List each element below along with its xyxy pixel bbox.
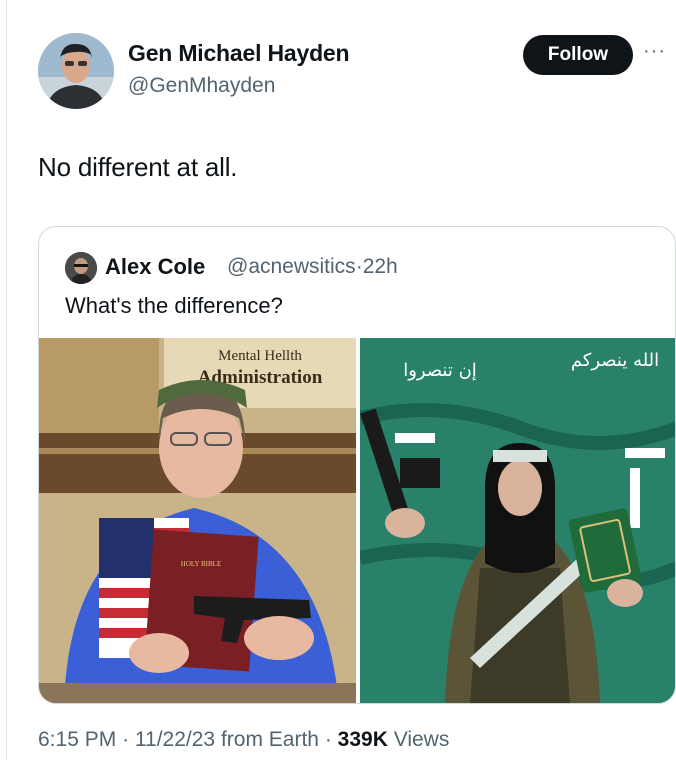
views-count[interactable]: 339K	[338, 728, 388, 751]
bible-label: HOLY BIBLE	[181, 560, 221, 568]
sign-text-line1: Mental Hellth	[218, 348, 302, 364]
footer-separator: ·	[122, 728, 130, 751]
quoted-author-name[interactable]: Alex Cole	[105, 254, 205, 280]
tweet-text: No different at all.	[38, 152, 238, 182]
quoted-author-avatar[interactable]	[65, 252, 97, 284]
quoted-text: What's the difference?	[65, 293, 283, 318]
tweet-card: Gen Michael Hayden @GenMhayden Follow ··…	[6, 0, 676, 760]
author-name[interactable]: Gen Michael Hayden	[128, 40, 350, 67]
quoted-meta: @acnewsitics·22h	[227, 255, 398, 279]
banner-text-left: إن تنصروا	[403, 360, 477, 381]
quoted-age[interactable]: 22h	[363, 255, 398, 278]
views-label: Views	[393, 728, 450, 751]
tweet-date[interactable]: 11/22/23	[135, 728, 215, 751]
media-photo-right[interactable]: إن تنصروا الله ينصركم	[360, 338, 675, 703]
quoted-media[interactable]: Mental Hellth Administration HOLY BIBLE …	[39, 338, 675, 703]
tweet-source: from Earth	[220, 728, 319, 751]
author-handle[interactable]: @GenMhayden	[128, 74, 275, 98]
follow-button[interactable]: Follow	[523, 35, 633, 75]
tweet-time[interactable]: 6:15 PM	[38, 728, 116, 751]
author-avatar[interactable]	[38, 33, 114, 109]
tweet-footer: 6:15 PM · 11/22/23 from Earth · 339K Vie…	[38, 728, 449, 752]
footer-separator: ·	[324, 728, 332, 751]
more-horizontal-icon[interactable]: ···	[643, 40, 666, 63]
media-photo-left[interactable]: Mental Hellth Administration HOLY BIBLE	[39, 338, 356, 703]
quoted-tweet[interactable]: Alex Cole @acnewsitics·22h What's the di…	[38, 226, 676, 704]
banner-text-right: الله ينصركم	[571, 350, 659, 371]
quoted-author-handle[interactable]: @acnewsitics	[227, 255, 356, 278]
quoted-separator: ·	[355, 255, 363, 278]
